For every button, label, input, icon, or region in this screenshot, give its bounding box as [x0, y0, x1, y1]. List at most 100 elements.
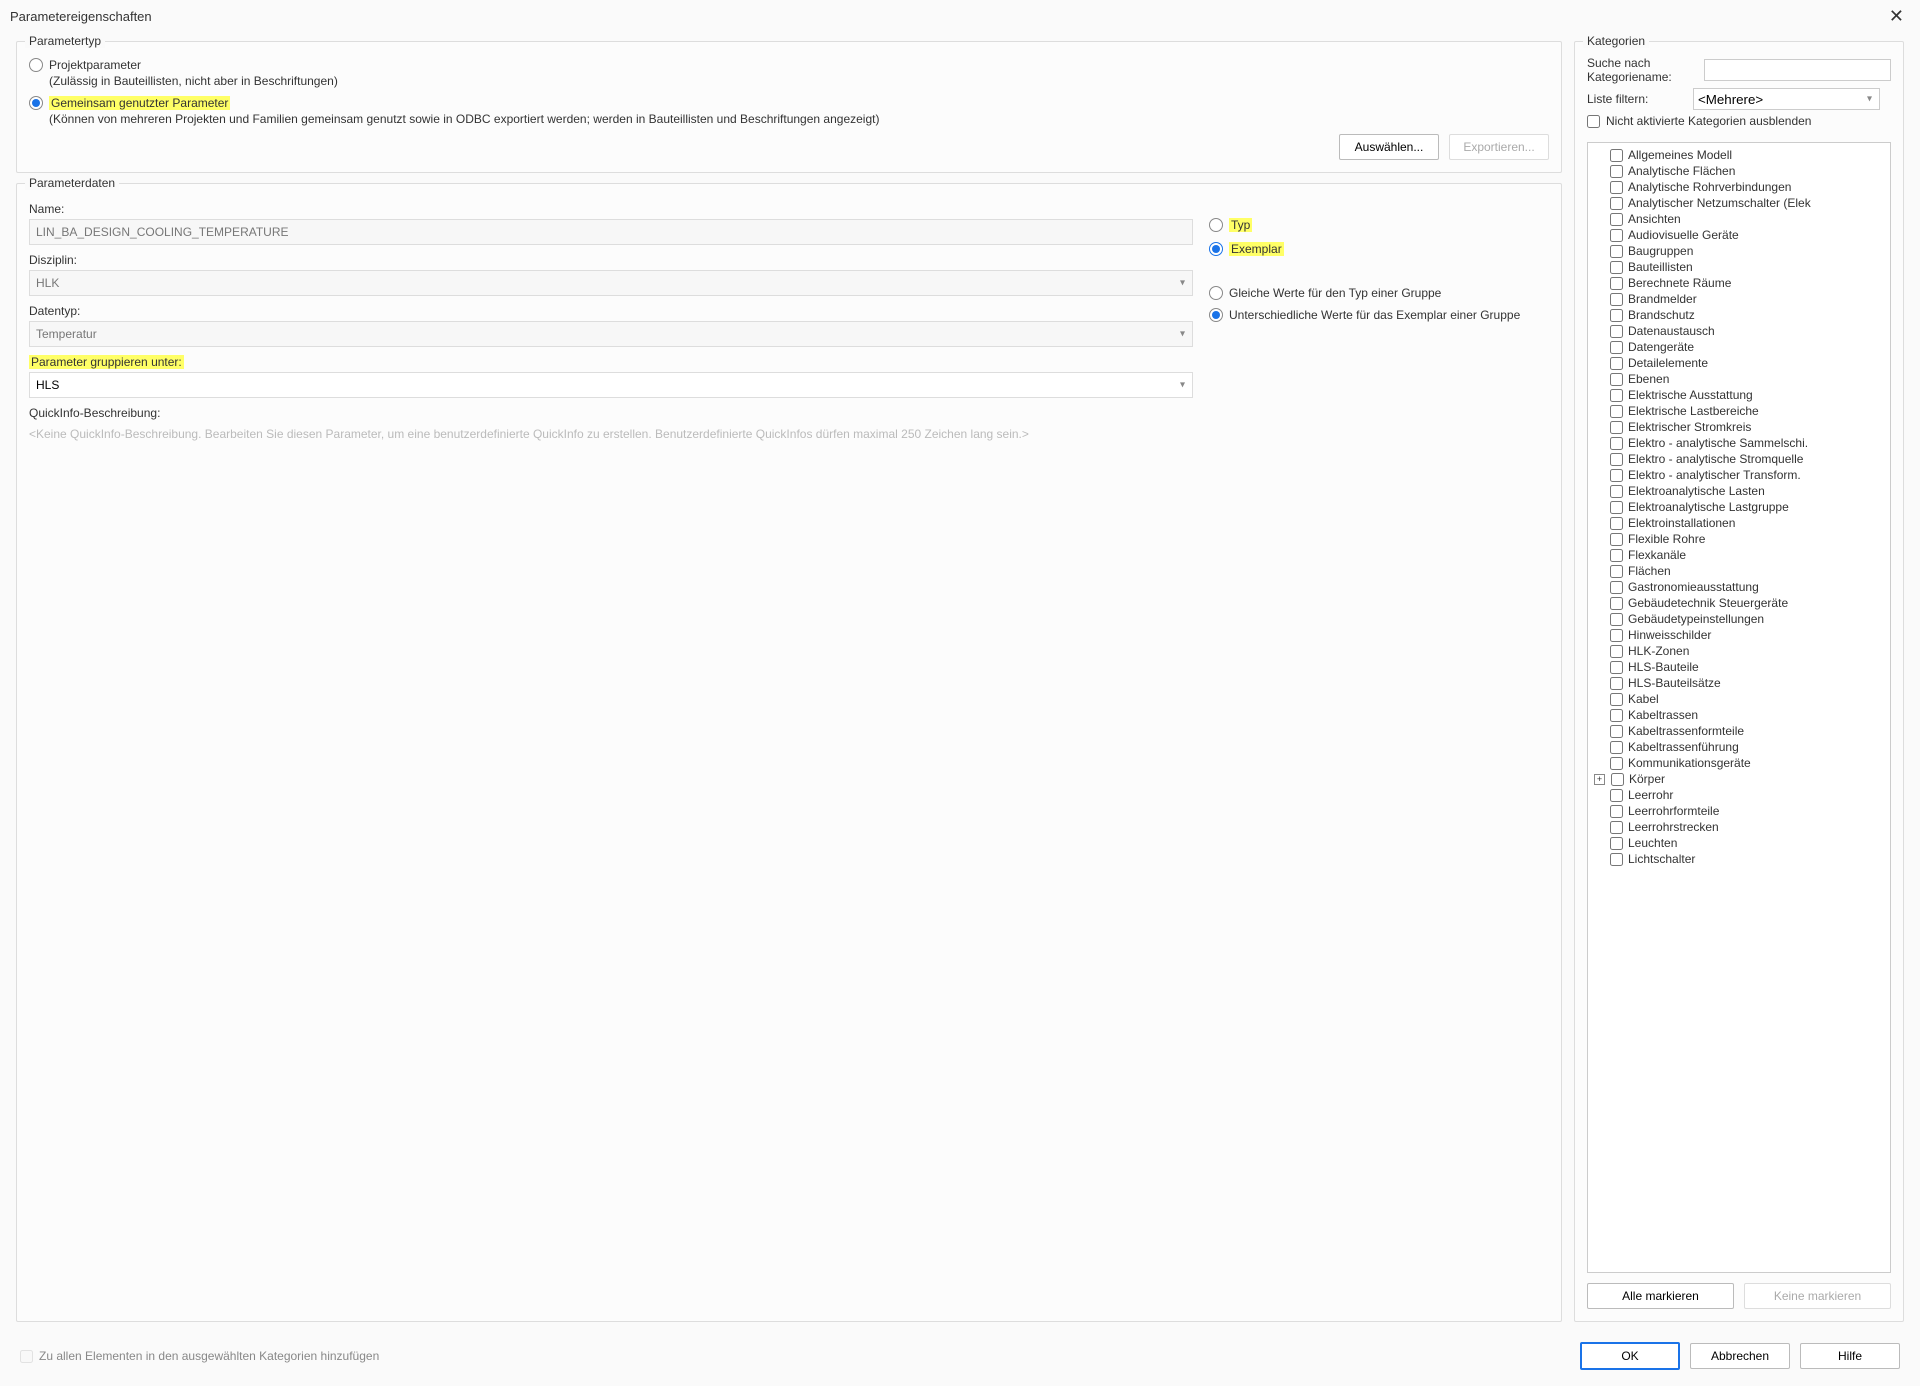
tree-item[interactable]: Elektro - analytische Sammelschi. [1590, 435, 1888, 451]
tree-item[interactable]: Leuchten [1590, 835, 1888, 851]
tree-item[interactable]: Kabel [1590, 691, 1888, 707]
category-checkbox[interactable] [1610, 373, 1623, 386]
tree-item[interactable]: Allgemeines Modell [1590, 147, 1888, 163]
tree-item[interactable]: Analytischer Netzumschalter (Elek [1590, 195, 1888, 211]
tree-item[interactable]: Detailelemente [1590, 355, 1888, 371]
category-checkbox[interactable] [1610, 485, 1623, 498]
category-checkbox[interactable] [1610, 757, 1623, 770]
tree-item[interactable]: Audiovisuelle Geräte [1590, 227, 1888, 243]
radio-same-values[interactable] [1209, 286, 1223, 300]
tree-item[interactable]: Gebäudetechnik Steuergeräte [1590, 595, 1888, 611]
category-checkbox[interactable] [1610, 277, 1623, 290]
tree-item[interactable]: +Körper [1590, 771, 1888, 787]
tree-item[interactable]: Elektrische Ausstattung [1590, 387, 1888, 403]
tree-item[interactable]: Elektro - analytischer Transform. [1590, 467, 1888, 483]
checkbox-hide-inactive[interactable] [1587, 115, 1600, 128]
tree-item[interactable]: Ansichten [1590, 211, 1888, 227]
radio-exemplar[interactable] [1209, 242, 1223, 256]
tree-item[interactable]: Lichtschalter [1590, 851, 1888, 867]
category-checkbox[interactable] [1610, 453, 1623, 466]
category-checkbox[interactable] [1610, 389, 1623, 402]
category-checkbox[interactable] [1610, 469, 1623, 482]
tree-item[interactable]: Datenaustausch [1590, 323, 1888, 339]
category-checkbox[interactable] [1610, 725, 1623, 738]
category-checkbox[interactable] [1610, 837, 1623, 850]
category-checkbox[interactable] [1610, 213, 1623, 226]
category-checkbox[interactable] [1610, 597, 1623, 610]
tree-item[interactable]: Bauteillisten [1590, 259, 1888, 275]
category-tree[interactable]: Allgemeines ModellAnalytische FlächenAna… [1587, 142, 1891, 1273]
tree-item[interactable]: HLS-Bauteile [1590, 659, 1888, 675]
tree-item[interactable]: Kabeltrassen [1590, 707, 1888, 723]
category-checkbox[interactable] [1610, 853, 1623, 866]
category-checkbox[interactable] [1610, 325, 1623, 338]
category-checkbox[interactable] [1610, 613, 1623, 626]
category-checkbox[interactable] [1610, 197, 1623, 210]
category-checkbox[interactable] [1610, 533, 1623, 546]
radio-diff-values[interactable] [1209, 308, 1223, 322]
tree-item[interactable]: Datengeräte [1590, 339, 1888, 355]
tree-item[interactable]: Brandmelder [1590, 291, 1888, 307]
category-checkbox[interactable] [1610, 405, 1623, 418]
category-checkbox[interactable] [1610, 181, 1623, 194]
close-icon[interactable]: ✕ [1883, 6, 1910, 27]
category-checkbox[interactable] [1610, 709, 1623, 722]
category-checkbox[interactable] [1610, 309, 1623, 322]
tree-item[interactable]: HLS-Bauteilsätze [1590, 675, 1888, 691]
category-checkbox[interactable] [1610, 501, 1623, 514]
category-checkbox[interactable] [1610, 517, 1623, 530]
category-checkbox[interactable] [1610, 341, 1623, 354]
tree-item[interactable]: Kommunikationsgeräte [1590, 755, 1888, 771]
category-checkbox[interactable] [1610, 821, 1623, 834]
tree-item[interactable]: Analytische Flächen [1590, 163, 1888, 179]
tree-item[interactable]: Elektroinstallationen [1590, 515, 1888, 531]
expand-icon[interactable]: + [1594, 774, 1605, 785]
tree-item[interactable]: Leerrohr [1590, 787, 1888, 803]
tree-item[interactable]: Ebenen [1590, 371, 1888, 387]
category-checkbox[interactable] [1610, 357, 1623, 370]
tree-item[interactable]: Elektrische Lastbereiche [1590, 403, 1888, 419]
select-filter-list[interactable] [1693, 88, 1880, 110]
category-checkbox[interactable] [1610, 549, 1623, 562]
category-checkbox[interactable] [1610, 805, 1623, 818]
mark-all-button[interactable]: Alle markieren [1587, 1283, 1734, 1309]
select-disziplin[interactable] [29, 270, 1193, 296]
help-button[interactable]: Hilfe [1800, 1343, 1900, 1369]
category-checkbox[interactable] [1610, 437, 1623, 450]
category-checkbox[interactable] [1610, 229, 1623, 242]
radio-projektparameter[interactable] [29, 58, 43, 72]
tree-item[interactable]: Flächen [1590, 563, 1888, 579]
select-button[interactable]: Auswählen... [1339, 134, 1439, 160]
select-datentyp[interactable] [29, 321, 1193, 347]
category-checkbox[interactable] [1610, 661, 1623, 674]
tree-item[interactable]: HLK-Zonen [1590, 643, 1888, 659]
ok-button[interactable]: OK [1580, 1342, 1680, 1370]
category-checkbox[interactable] [1611, 773, 1624, 786]
category-checkbox[interactable] [1610, 629, 1623, 642]
tree-item[interactable]: Elektroanalytische Lasten [1590, 483, 1888, 499]
category-checkbox[interactable] [1610, 245, 1623, 258]
tree-item[interactable]: Baugruppen [1590, 243, 1888, 259]
tree-item[interactable]: Elektro - analytische Stromquelle [1590, 451, 1888, 467]
tree-item[interactable]: Analytische Rohrverbindungen [1590, 179, 1888, 195]
radio-shared-parameter[interactable] [29, 96, 43, 110]
tree-item[interactable]: Berechnete Räume [1590, 275, 1888, 291]
category-checkbox[interactable] [1610, 677, 1623, 690]
category-checkbox[interactable] [1610, 693, 1623, 706]
category-checkbox[interactable] [1610, 421, 1623, 434]
tree-item[interactable]: Elektroanalytische Lastgruppe [1590, 499, 1888, 515]
tree-item[interactable]: Brandschutz [1590, 307, 1888, 323]
tree-item[interactable]: Hinweisschilder [1590, 627, 1888, 643]
tree-item[interactable]: Kabeltrassenführung [1590, 739, 1888, 755]
category-checkbox[interactable] [1610, 165, 1623, 178]
category-checkbox[interactable] [1610, 581, 1623, 594]
category-checkbox[interactable] [1610, 261, 1623, 274]
category-checkbox[interactable] [1610, 149, 1623, 162]
tree-item[interactable]: Leerrohrformteile [1590, 803, 1888, 819]
tree-item[interactable]: Elektrischer Stromkreis [1590, 419, 1888, 435]
input-search-category[interactable] [1704, 59, 1891, 81]
tree-item[interactable]: Flexkanäle [1590, 547, 1888, 563]
tree-item[interactable]: Leerrohrstrecken [1590, 819, 1888, 835]
tree-item[interactable]: Kabeltrassenformteile [1590, 723, 1888, 739]
tree-item[interactable]: Gebäudetypeinstellungen [1590, 611, 1888, 627]
